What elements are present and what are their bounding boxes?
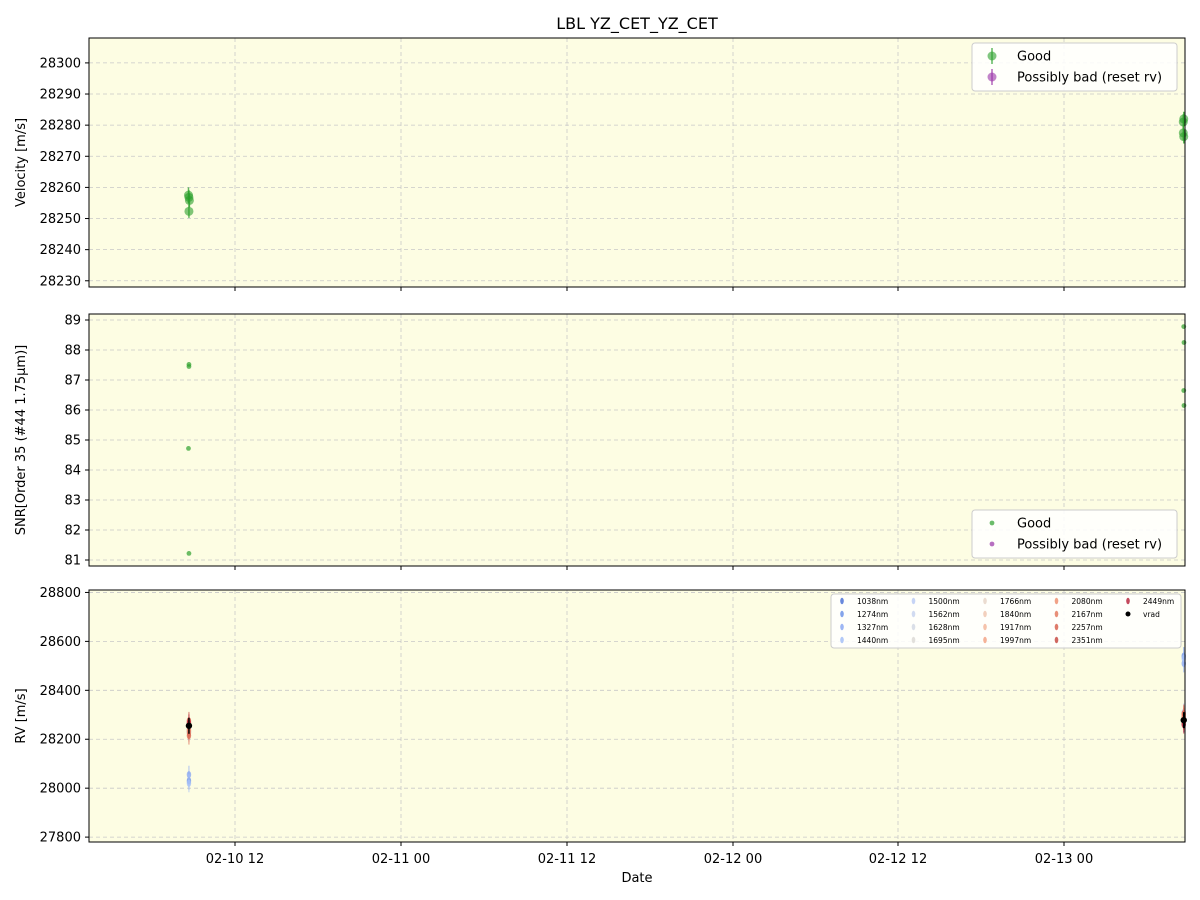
y-tick-label: 27800 xyxy=(40,831,81,846)
legend-marker xyxy=(989,541,995,547)
x-tick-label: 02-13 00 xyxy=(1035,852,1093,867)
x-tick-label: 02-12 00 xyxy=(704,852,762,867)
legend-marker xyxy=(989,520,995,526)
legend-label: 1440nm xyxy=(857,636,888,645)
legend-label: 1327nm xyxy=(857,623,888,632)
legend: 1038nm 1274nm 1327nm 1440nm 1500nm 1562nm 1628… xyxy=(830,593,1182,649)
legend-marker xyxy=(840,610,844,618)
legend-marker xyxy=(911,610,916,618)
legend-marker xyxy=(1125,611,1131,617)
legend-label: 1997nm xyxy=(1000,636,1031,645)
legend-label: 1628nm xyxy=(929,623,960,632)
vrad-point xyxy=(185,722,193,729)
y-tick-label: 28280 xyxy=(40,119,81,134)
snr-point xyxy=(186,446,191,451)
panel-3: 27800 28000 28200 28400 28600 28800 02-10 12 02… xyxy=(14,586,1187,867)
y-tick-label: 86 xyxy=(64,404,81,419)
legend-marker xyxy=(987,51,997,61)
figure-title: LBL YZ_CET_YZ_CET xyxy=(556,14,718,34)
legend-label: 1917nm xyxy=(1000,623,1031,632)
vrad-point xyxy=(1180,716,1187,724)
legend-marker xyxy=(840,636,844,644)
y-axis-label: Velocity [m/s] xyxy=(14,118,29,207)
y-tick-label: 28800 xyxy=(40,586,81,601)
legend-marker xyxy=(983,597,987,605)
snr-point xyxy=(1181,403,1187,408)
rv-point xyxy=(186,779,192,787)
y-tick-label: 28600 xyxy=(40,635,81,650)
y-tick-label: 81 xyxy=(64,554,81,569)
y-tick-label: 82 xyxy=(64,524,81,539)
legend-marker xyxy=(983,610,987,618)
lbl-chart-figure: LBL YZ_CET_YZ_CET 2823028240282502826028… xyxy=(14,14,1189,886)
legend-marker xyxy=(911,636,916,644)
velocity-point xyxy=(1179,132,1189,142)
legend-marker xyxy=(1054,610,1059,618)
legend-marker xyxy=(983,623,987,631)
legend-label: 2257nm xyxy=(1072,623,1103,632)
legend-marker xyxy=(840,597,844,605)
snr-point xyxy=(1181,340,1187,345)
y-tick-label: 88 xyxy=(64,344,81,359)
legend-label: Possibly bad (reset rv) xyxy=(1017,538,1162,553)
y-axis-label: SNR[Order 35 (#44 1.75μm)] xyxy=(14,345,29,536)
axes-container: 28230 28240 28250 28260 28270 28280 28290 28300… xyxy=(14,37,1189,867)
legend-marker xyxy=(911,623,916,631)
y-axis-label: RV [m/s] xyxy=(14,688,29,743)
x-axis-label: Date xyxy=(621,871,652,886)
velocity-point xyxy=(184,195,194,205)
y-tick-label: 28290 xyxy=(40,88,81,103)
y-tick-label: 28240 xyxy=(40,243,81,258)
legend-marker xyxy=(1054,623,1059,631)
y-tick-label: 28300 xyxy=(40,56,81,71)
legend-label: 2449nm xyxy=(1143,597,1174,606)
y-tick-label: 28270 xyxy=(40,150,81,165)
velocity-point xyxy=(184,206,194,216)
legend: Good Possibly bad (reset rv) xyxy=(971,42,1178,92)
snr-point xyxy=(186,551,192,556)
x-tick-label: 02-11 12 xyxy=(538,852,596,867)
y-tick-label: 28000 xyxy=(40,782,81,797)
legend: Good Possibly bad (reset rv) xyxy=(971,509,1178,559)
legend-marker xyxy=(1126,597,1130,605)
legend-label: 1562nm xyxy=(929,610,960,619)
legend-marker xyxy=(1054,597,1059,605)
y-tick-label: 28200 xyxy=(40,733,81,748)
y-tick-label: 83 xyxy=(64,494,81,509)
y-tick-label: 89 xyxy=(64,314,81,329)
legend-label: Possibly bad (reset rv) xyxy=(1017,71,1162,86)
legend-label: Good xyxy=(1017,50,1051,65)
legend-marker xyxy=(911,597,916,605)
legend-marker xyxy=(987,72,997,82)
legend-label: Good xyxy=(1017,517,1051,532)
legend-marker xyxy=(983,636,987,644)
legend-label: 2080nm xyxy=(1072,597,1103,606)
legend-label: 2167nm xyxy=(1072,610,1103,619)
legend-label: vrad xyxy=(1143,610,1160,619)
legend-label: 1766nm xyxy=(1000,597,1031,606)
legend-label: 1840nm xyxy=(1000,610,1031,619)
y-tick-label: 28260 xyxy=(40,181,81,196)
y-tick-label: 84 xyxy=(64,464,81,479)
y-tick-label: 85 xyxy=(64,434,81,449)
legend-marker xyxy=(840,623,844,631)
velocity-point xyxy=(1179,114,1189,124)
x-tick-label: 02-11 00 xyxy=(372,852,430,867)
legend-label: 1038nm xyxy=(857,597,888,606)
legend-label: 2351nm xyxy=(1072,636,1103,645)
y-tick-label: 87 xyxy=(64,374,81,389)
x-tick-label: 02-12 12 xyxy=(869,852,927,867)
legend-label: 1500nm xyxy=(929,597,960,606)
panel-2: 81 82 83 84 85 86 87 88 89 SNR[Order 35 (#44 1.75… xyxy=(14,313,1187,570)
y-tick-label: 28400 xyxy=(40,684,81,699)
legend-label: 1274nm xyxy=(857,610,888,619)
x-tick-label: 02-10 12 xyxy=(206,852,264,867)
panel-1: 28230 28240 28250 28260 28270 28280 28290 28300… xyxy=(14,37,1189,291)
y-tick-label: 28250 xyxy=(40,212,81,227)
y-tick-label: 28230 xyxy=(40,274,81,289)
snr-point xyxy=(186,364,192,369)
legend-marker xyxy=(1054,636,1059,644)
legend-label: 1695nm xyxy=(929,636,960,645)
